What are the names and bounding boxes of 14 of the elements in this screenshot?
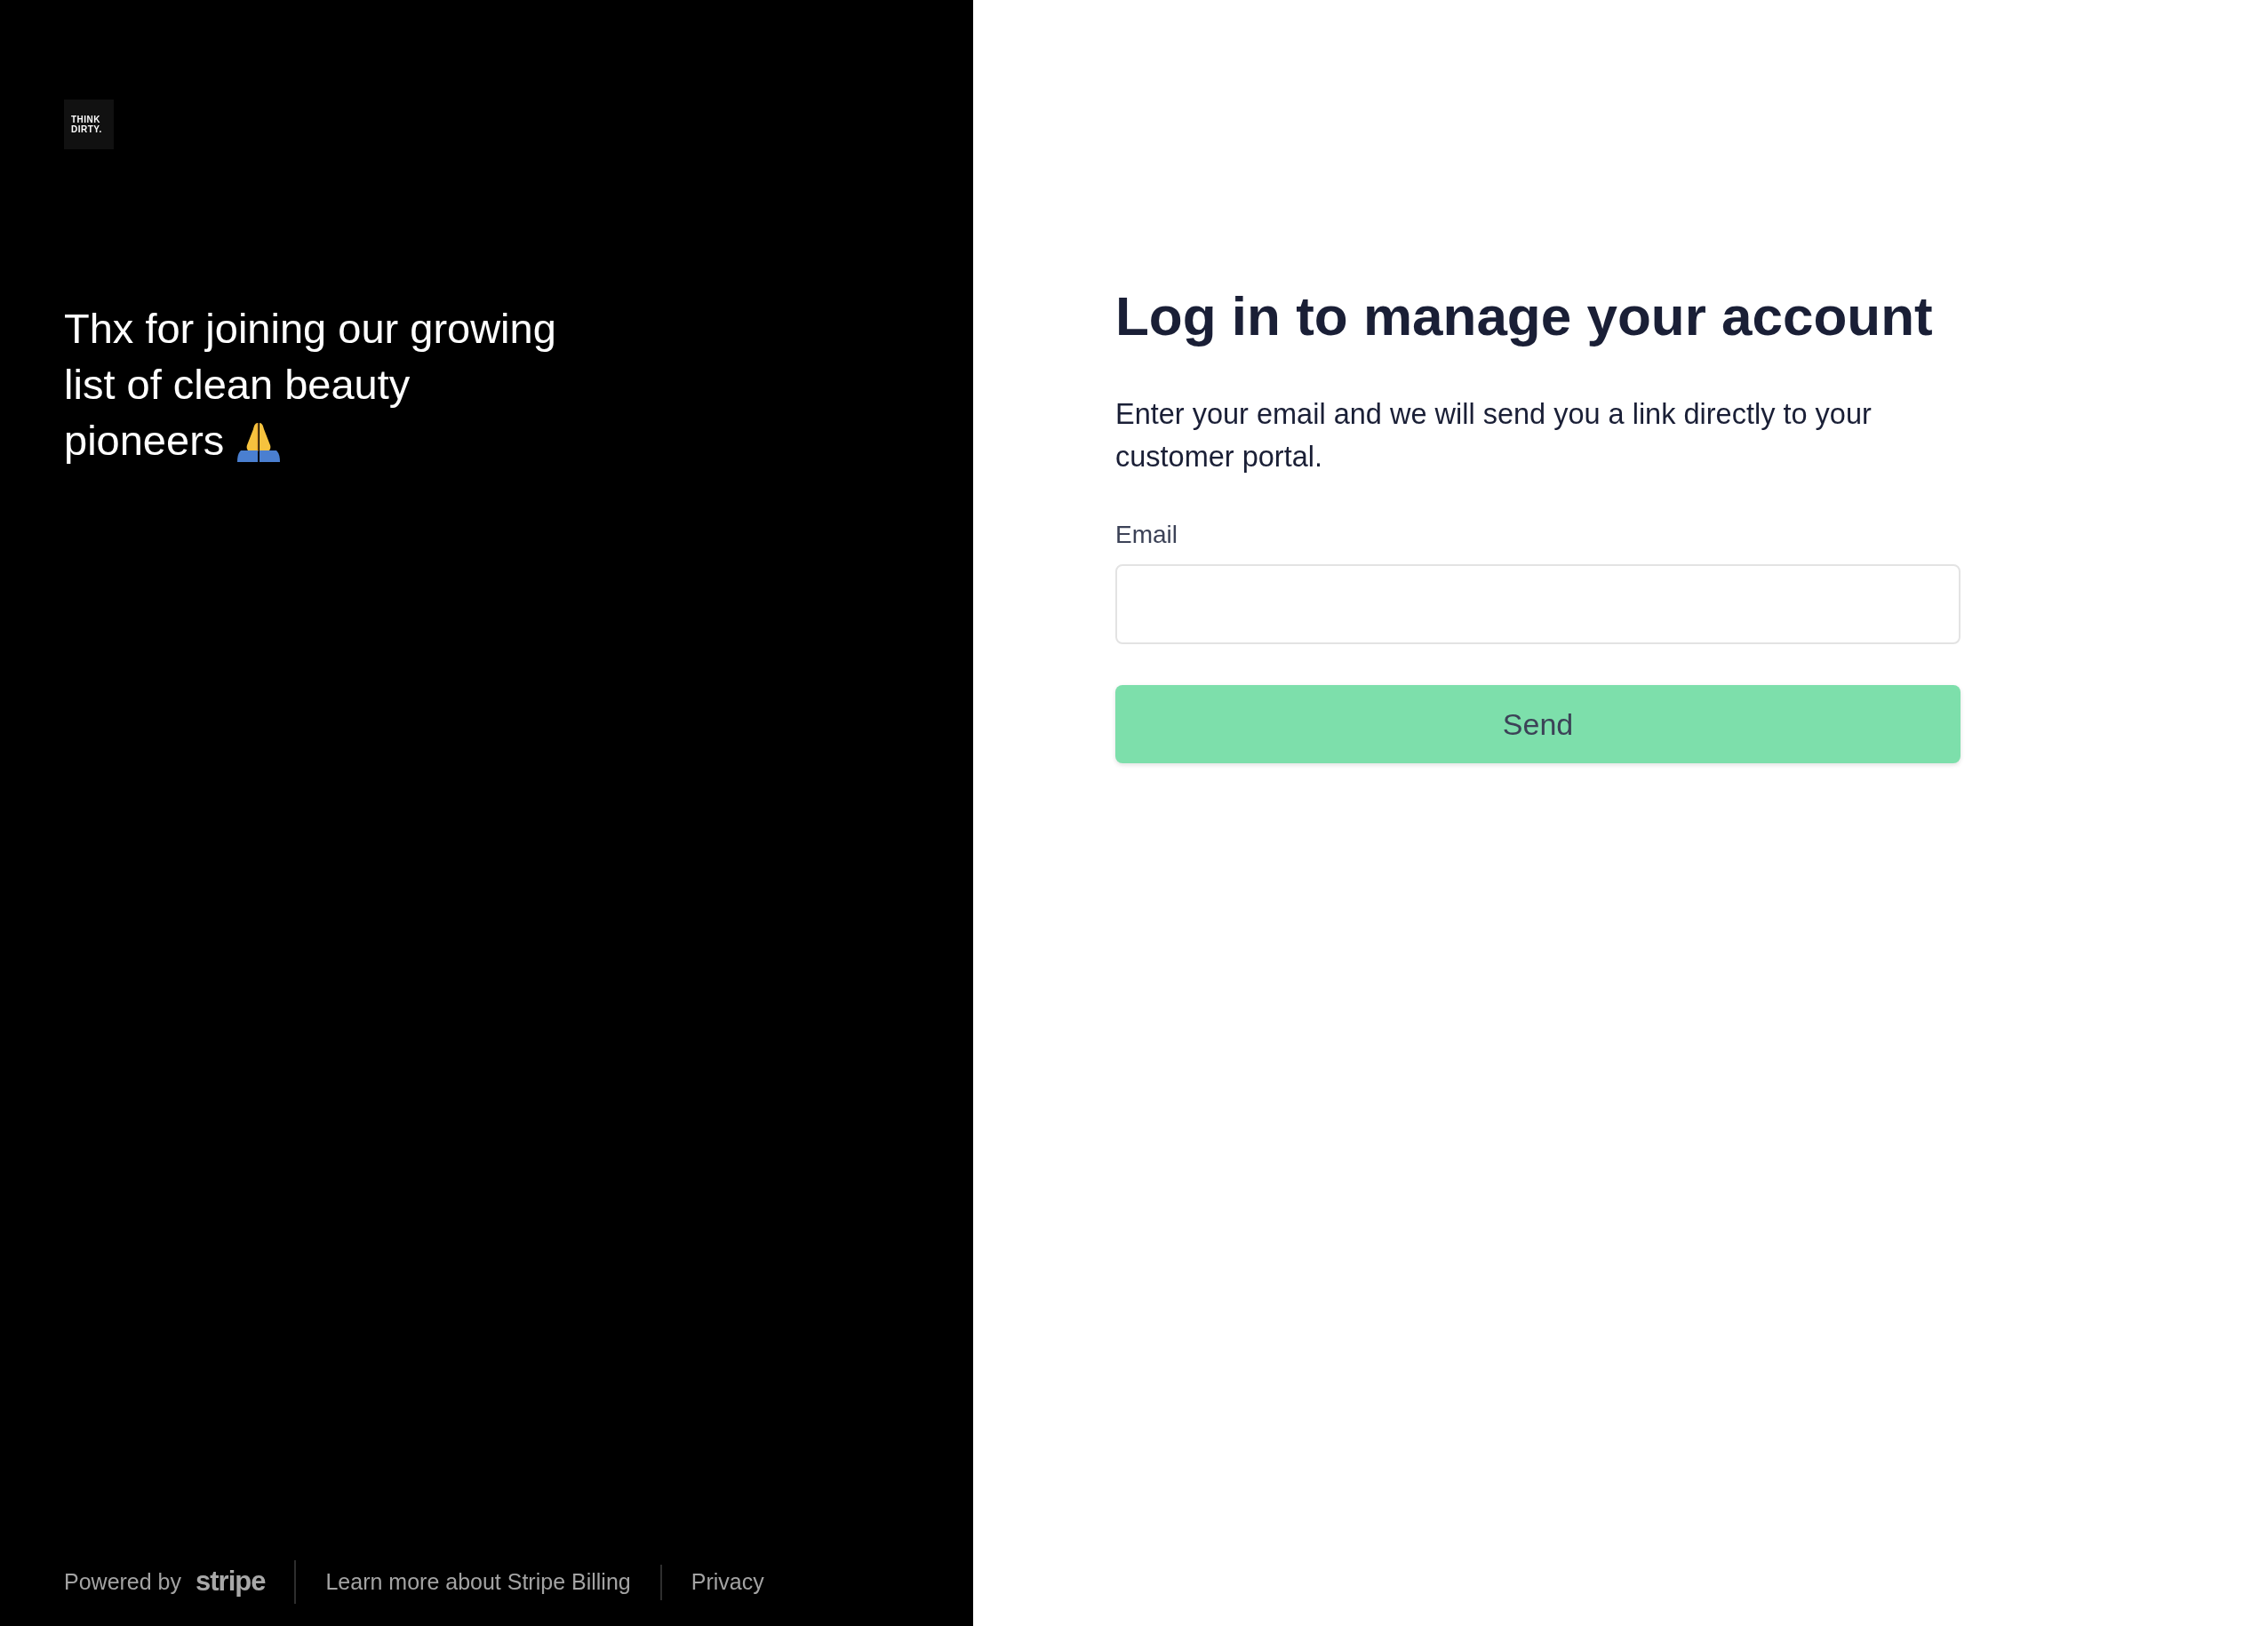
footer-link[interactable]: Learn more about Stripe Billing [325, 1565, 631, 1599]
form-description: Enter your email and we will send you a link directly to your customer portal. [1115, 397, 1873, 474]
tagline-line: pioneers [64, 417, 225, 464]
tagline-line: list of clean beauty [64, 361, 411, 408]
powered-by-text: Powered by [64, 1567, 182, 1596]
praying-hands-icon [236, 421, 282, 462]
stripe-logo: stripe [196, 1565, 266, 1599]
footer-link[interactable]: Privacy [691, 1565, 764, 1599]
send-button[interactable]: Send [1115, 685, 1961, 763]
brand-logo: THINK DIRTY. [64, 100, 114, 149]
tagline-line: Thx for joining our growing [64, 305, 556, 352]
form-title: Log in to manage your account [1115, 284, 1934, 348]
field-label: Email [1115, 520, 1178, 550]
email-input[interactable] [1115, 564, 1961, 644]
